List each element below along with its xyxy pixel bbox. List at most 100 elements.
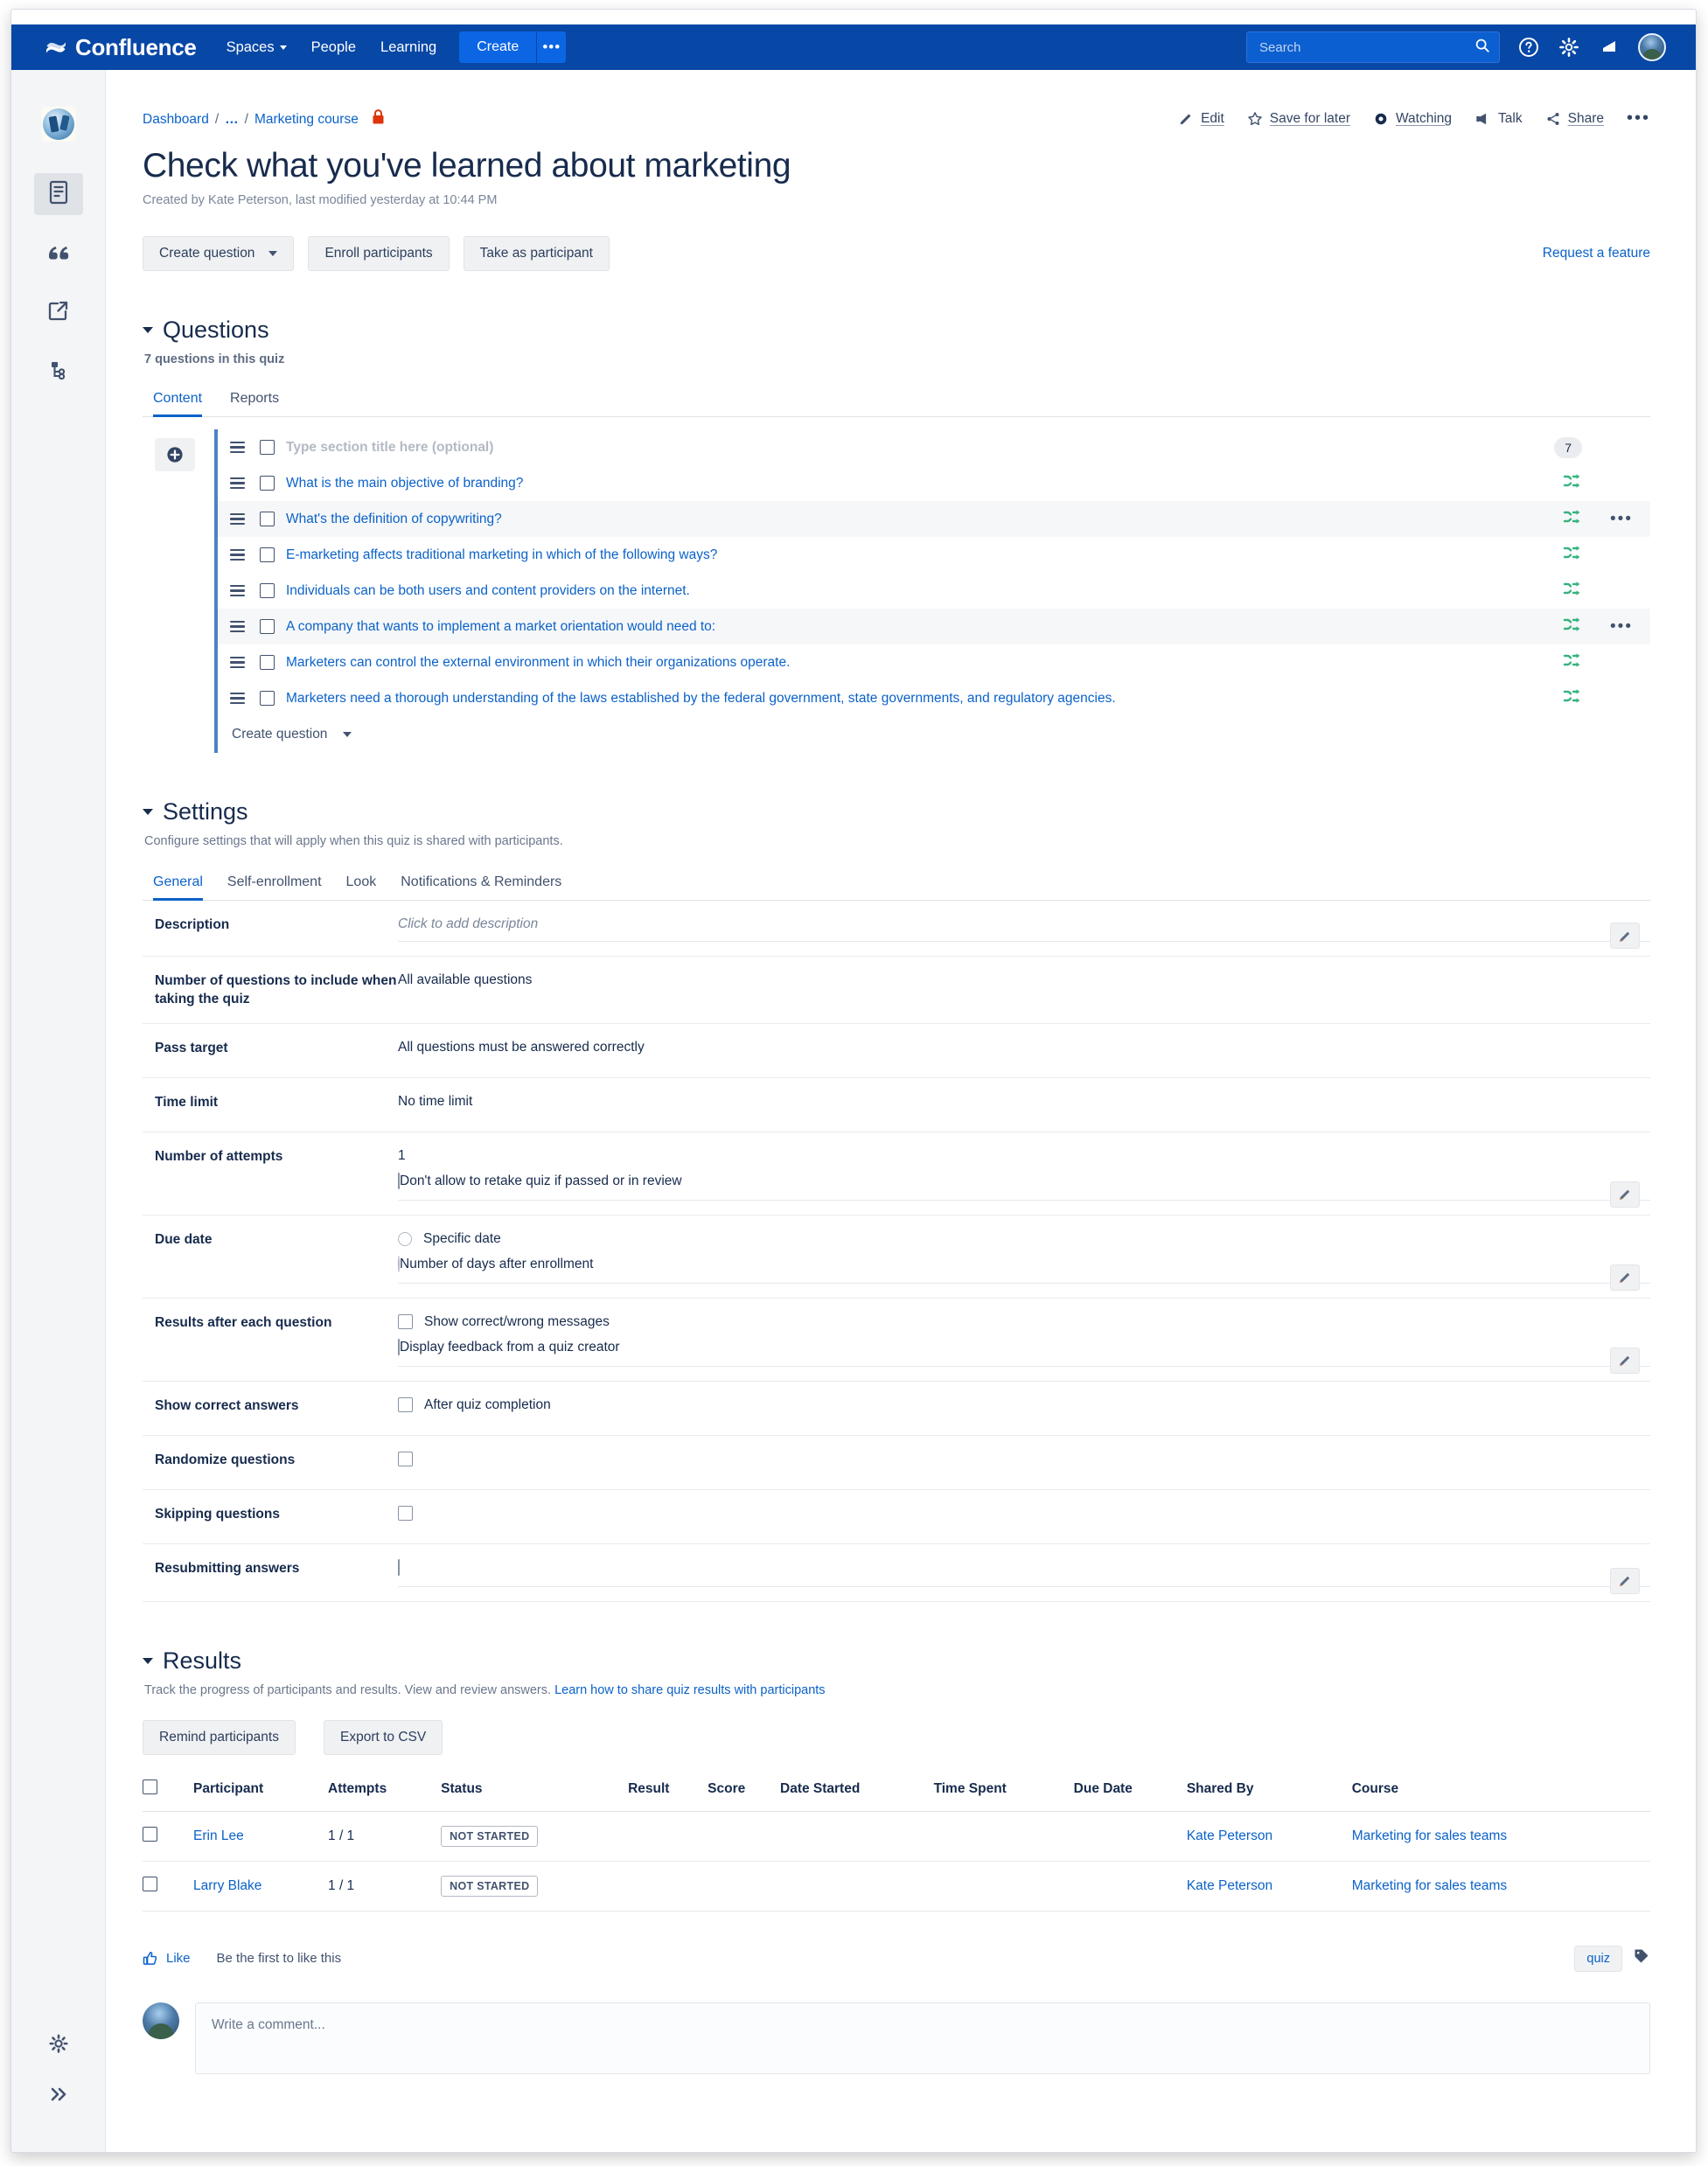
shuffle-answers-icon[interactable]	[1563, 580, 1582, 602]
confluence-logo[interactable]: Confluence	[45, 34, 197, 61]
share-button[interactable]: Share	[1545, 111, 1604, 127]
export-to-csv-button[interactable]: Export to CSV	[323, 1719, 443, 1755]
breadcrumb-ellipsis[interactable]: …	[225, 112, 239, 128]
drag-handle-icon[interactable]	[230, 477, 249, 490]
cell-course[interactable]: Marketing for sales teams	[1351, 1811, 1650, 1862]
section-checkbox[interactable]	[260, 440, 275, 455]
tag-quiz[interactable]: quiz	[1574, 1945, 1622, 1972]
section-title-placeholder[interactable]: Type section title here (optional)	[286, 440, 493, 456]
profile-avatar[interactable]	[1638, 33, 1666, 61]
question-row[interactable]: What is the main objective of branding?	[218, 465, 1650, 501]
take-as-participant-button[interactable]: Take as participant	[463, 236, 610, 271]
sidebar-item-pages[interactable]	[34, 173, 83, 215]
tab-look[interactable]: Look	[346, 874, 377, 900]
drag-handle-icon[interactable]	[230, 548, 249, 561]
drag-handle-icon[interactable]	[230, 584, 249, 597]
drag-handle-icon[interactable]	[230, 512, 249, 526]
edit-description-pencil-icon[interactable]	[1610, 923, 1640, 949]
shuffle-answers-icon[interactable]	[1563, 616, 1582, 637]
add-section-button[interactable]	[155, 438, 195, 471]
resubmitting-answers-checkbox[interactable]	[398, 1558, 400, 1576]
search-input[interactable]	[1259, 39, 1474, 55]
settings-collapse-chevron-icon[interactable]	[143, 809, 153, 815]
create-question-footer-button[interactable]: Create question	[218, 716, 1650, 753]
request-a-feature-link[interactable]: Request a feature	[1543, 246, 1650, 261]
col-participant[interactable]: Participant	[193, 1779, 329, 1812]
shuffle-answers-icon[interactable]	[1563, 472, 1582, 494]
search-box[interactable]	[1246, 31, 1500, 63]
drag-handle-icon[interactable]	[230, 441, 249, 454]
results-collapse-chevron-icon[interactable]	[143, 1657, 153, 1664]
question-text[interactable]: Marketers can control the external envir…	[286, 655, 790, 671]
tab-general[interactable]: General	[153, 874, 203, 901]
select-all-checkbox[interactable]	[143, 1779, 157, 1794]
edit-due-date-pencil-icon[interactable]	[1610, 1264, 1640, 1291]
col-result[interactable]: Result	[628, 1779, 708, 1812]
setting-value-number-of-questions[interactable]: All available questions	[398, 957, 1650, 1023]
question-row[interactable]: E-marketing affects traditional marketin…	[218, 537, 1650, 573]
breadcrumb-dashboard[interactable]: Dashboard	[143, 112, 209, 128]
question-text[interactable]: What is the main objective of branding?	[286, 476, 523, 491]
question-row[interactable]: What's the definition of copywriting? ••…	[218, 501, 1650, 537]
shuffle-answers-icon[interactable]	[1563, 508, 1582, 530]
like-button[interactable]: Like	[143, 1951, 191, 1967]
remind-participants-button[interactable]: Remind participants	[143, 1719, 296, 1755]
col-course[interactable]: Course	[1351, 1779, 1650, 1812]
table-row[interactable]: Larry Blake 1 / 1 NOT STARTED Kate Peter…	[143, 1861, 1650, 1912]
drag-handle-icon[interactable]	[230, 656, 249, 669]
edit-resubmitting-pencil-icon[interactable]	[1610, 1567, 1640, 1594]
more-actions-icon[interactable]: •••	[1627, 108, 1650, 129]
lock-icon[interactable]	[371, 108, 386, 130]
talk-button[interactable]: Talk	[1474, 111, 1523, 127]
create-button[interactable]: Create	[459, 31, 537, 63]
edit-attempts-pencil-icon[interactable]	[1610, 1181, 1640, 1208]
sidebar-item-blog[interactable]	[34, 233, 83, 275]
question-checkbox[interactable]	[260, 476, 275, 491]
comment-input[interactable]: Write a comment...	[195, 2002, 1650, 2074]
question-more-actions-icon[interactable]: •••	[1610, 617, 1633, 637]
share-quiz-results-link[interactable]: Learn how to share quiz results with par…	[554, 1683, 826, 1697]
drag-handle-icon[interactable]	[230, 620, 249, 633]
setting-value-time-limit[interactable]: No time limit	[398, 1078, 1650, 1132]
tab-self-enrollment[interactable]: Self-enrollment	[227, 874, 322, 900]
after-quiz-completion-checkbox[interactable]	[398, 1397, 413, 1413]
sidebar-item-page-tree[interactable]	[34, 352, 83, 394]
nav-item-spaces[interactable]: Spaces	[227, 24, 287, 70]
space-logo-icon[interactable]	[41, 107, 76, 142]
tag-label-icon[interactable]	[1633, 1947, 1650, 1969]
tab-reports[interactable]: Reports	[230, 391, 279, 416]
shuffle-answers-icon[interactable]	[1563, 687, 1582, 709]
drag-handle-icon[interactable]	[230, 692, 249, 705]
expand-sidebar-icon[interactable]	[34, 2073, 83, 2115]
help-icon[interactable]	[1517, 36, 1540, 59]
question-row[interactable]: Marketers can control the external envir…	[218, 644, 1650, 680]
question-checkbox[interactable]	[260, 655, 275, 670]
create-question-button[interactable]: Create question	[143, 236, 295, 271]
space-settings-icon[interactable]	[34, 2023, 83, 2065]
setting-value-pass-target[interactable]: All questions must be answered correctly	[398, 1024, 1650, 1077]
description-value[interactable]: Click to add description	[398, 916, 1650, 942]
edit-results-after-pencil-icon[interactable]	[1610, 1347, 1640, 1374]
tab-notifications-reminders[interactable]: Notifications & Reminders	[401, 874, 561, 900]
col-score[interactable]: Score	[708, 1779, 780, 1812]
question-text[interactable]: What's the definition of copywriting?	[286, 512, 502, 527]
col-shared-by[interactable]: Shared By	[1186, 1779, 1352, 1812]
question-text[interactable]: A company that wants to implement a mark…	[286, 619, 715, 635]
question-checkbox[interactable]	[260, 691, 275, 706]
due-date-specific-radio[interactable]	[398, 1231, 412, 1246]
question-text[interactable]: E-marketing affects traditional marketin…	[286, 547, 717, 563]
col-time-spent[interactable]: Time Spent	[933, 1779, 1074, 1812]
enroll-participants-button[interactable]: Enroll participants	[308, 236, 450, 271]
tab-content[interactable]: Content	[153, 391, 203, 417]
cell-shared-by[interactable]: Kate Peterson	[1186, 1861, 1352, 1912]
row-checkbox[interactable]	[143, 1826, 157, 1842]
notifications-bell-icon[interactable]	[1598, 36, 1621, 59]
col-attempts[interactable]: Attempts	[328, 1779, 442, 1812]
save-for-later-button[interactable]: Save for later	[1247, 111, 1350, 127]
col-due-date[interactable]: Due Date	[1073, 1779, 1187, 1812]
question-row[interactable]: Individuals can be both users and conten…	[218, 573, 1650, 609]
settings-gear-icon[interactable]	[1558, 36, 1580, 59]
randomize-questions-checkbox[interactable]	[398, 1451, 413, 1466]
breadcrumb-space[interactable]: Marketing course	[254, 112, 359, 128]
col-date-started[interactable]: Date Started	[780, 1779, 934, 1812]
